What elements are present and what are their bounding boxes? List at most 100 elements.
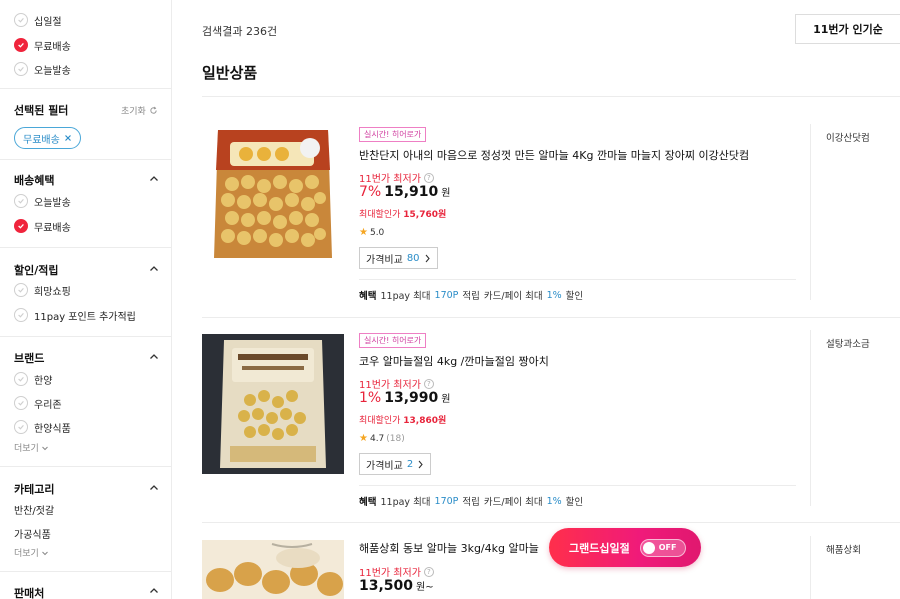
- discount-rate: 7%: [359, 184, 382, 200]
- refresh-icon: [150, 106, 157, 114]
- category-title: 카테고리: [14, 483, 55, 496]
- rating: ★ 5.0: [359, 227, 384, 238]
- seller-name[interactable]: 해품상회: [826, 542, 861, 556]
- lowest-price-text: 11번가 최저가: [359, 568, 421, 579]
- max-discount-value: 15,760원: [403, 210, 447, 220]
- max-discount-label: 최대할인가: [359, 416, 401, 426]
- benefit-card-prefix: 카드/페이 최대: [483, 497, 543, 508]
- filter-option-label: 오늘발송: [34, 65, 71, 77]
- benefit-pay-prefix: 11pay 최대: [380, 291, 431, 302]
- sort-dropdown[interactable]: 11번가 인기순: [795, 14, 900, 44]
- chip-label: 무료배송: [23, 134, 60, 146]
- chevron-up-icon[interactable]: [148, 173, 160, 185]
- divider: [0, 466, 172, 467]
- chevron-down-icon: [41, 551, 48, 555]
- divider: [202, 522, 900, 523]
- divider: [359, 279, 796, 280]
- chevron-up-icon[interactable]: [148, 351, 160, 363]
- benefit-title: 혜택: [359, 291, 377, 302]
- sale-price: 13,500: [359, 578, 414, 594]
- category-item[interactable]: 가공식품: [14, 526, 51, 541]
- filter-option-free-shipping[interactable]: 무료배송: [14, 217, 71, 235]
- filter-option-free-shipping[interactable]: 무료배송: [14, 36, 71, 54]
- product-image[interactable]: [202, 124, 344, 264]
- product-title[interactable]: 해품상회 동보 알마늘 3kg/4kg 알마늘: [359, 540, 539, 556]
- currency-unit: 원: [441, 394, 451, 405]
- hero-price-badge: 실시간! 히어로가: [359, 333, 427, 348]
- more-label: 더보기: [14, 549, 39, 559]
- check-icon: [14, 308, 28, 322]
- brand-more-button[interactable]: 더보기: [14, 441, 49, 454]
- category-item[interactable]: 반찬/젓갈: [14, 502, 54, 517]
- delivery-benefit-title: 배송혜택: [14, 174, 55, 187]
- divider: [359, 485, 796, 486]
- lowest-price-text: 11번가 최저가: [359, 380, 421, 391]
- benefit-card-rate: 1%: [546, 495, 562, 507]
- grand-sale-toggle[interactable]: 그랜드십일절 OFF: [549, 528, 701, 567]
- filter-option-label: 오늘발송: [34, 197, 71, 209]
- brand-option[interactable]: 한양식품: [14, 418, 71, 436]
- divider: [0, 159, 172, 160]
- filter-option-today-shipping[interactable]: 오늘발송: [14, 60, 71, 78]
- filter-option-today-shipping[interactable]: 오늘발송: [14, 192, 71, 210]
- help-icon[interactable]: ?: [423, 172, 434, 183]
- filter-option-label: 11pay 포인트 추가적립: [34, 311, 136, 323]
- result-count: 검색결과 236건: [202, 25, 278, 38]
- discount-rate: 1%: [359, 390, 382, 406]
- check-icon: [14, 194, 28, 208]
- filter-option-label: 무료배송: [34, 41, 71, 53]
- star-icon: ★: [359, 433, 368, 444]
- rating-value: 4.7: [369, 433, 385, 444]
- brand-option[interactable]: 한양: [14, 370, 52, 388]
- check-icon: [14, 38, 28, 52]
- price-compare-button[interactable]: 가격비교 2: [359, 453, 432, 475]
- product-title[interactable]: 코우 알마늘절임 4kg /깐마늘절임 짱아치: [359, 353, 549, 369]
- product-image[interactable]: [202, 540, 344, 599]
- chevron-up-icon[interactable]: [148, 585, 160, 597]
- benefit-pay-suffix: 적립: [462, 497, 480, 508]
- filter-option-11pay-points[interactable]: 11pay 포인트 추가적립: [14, 306, 136, 324]
- divider: [810, 330, 811, 506]
- more-label: 더보기: [14, 444, 39, 454]
- lowest-price-label: 11번가 최저가 ?: [359, 564, 434, 579]
- divider: [0, 247, 172, 248]
- benefit-points: 170P: [434, 289, 459, 301]
- price-row: 7% 15,910 원: [359, 184, 450, 200]
- benefit-card-rate: 1%: [546, 289, 562, 301]
- currency-unit: 원: [441, 188, 451, 199]
- reset-filters-button[interactable]: 초기화: [121, 104, 158, 117]
- toggle-switch[interactable]: OFF: [639, 538, 686, 557]
- search-results: 검색결과 236건 11번가 인기순 일반상품 실시간! 히어로가 반찬단지 아…: [172, 0, 900, 599]
- compare-count: 2: [406, 458, 414, 470]
- filter-option-sibiljeol[interactable]: 십일절: [14, 11, 62, 29]
- price-compare-button[interactable]: 가격비교 80: [359, 247, 438, 269]
- brand-option[interactable]: 우리존: [14, 394, 62, 412]
- product-title[interactable]: 반찬단지 아내의 마음으로 정성껏 만든 알마늘 4Kg 깐마늘 마늘지 장아찌…: [359, 147, 749, 163]
- rating-value: 5.0: [369, 227, 385, 238]
- divider: [202, 317, 900, 318]
- chevron-down-icon: [41, 446, 48, 450]
- star-icon: ★: [359, 227, 368, 238]
- discount-points-title: 할인/적립: [14, 264, 59, 277]
- divider: [0, 336, 172, 337]
- brand-title: 브랜드: [14, 352, 45, 365]
- benefit-card-suffix: 할인: [565, 291, 584, 302]
- section-title: 일반상품: [202, 64, 258, 82]
- help-icon[interactable]: ?: [423, 378, 434, 389]
- filter-option-hope-shopping[interactable]: 희망쇼핑: [14, 281, 71, 299]
- seller-name[interactable]: 이강산닷컴: [826, 130, 870, 144]
- help-icon[interactable]: ?: [423, 566, 434, 577]
- max-discount-price: 최대할인가 15,760원: [359, 207, 446, 220]
- chevron-up-icon[interactable]: [148, 482, 160, 494]
- seller-name[interactable]: 설탕과소금: [826, 336, 870, 350]
- category-more-button[interactable]: 더보기: [14, 546, 49, 559]
- selected-filter-chip[interactable]: 무료배송: [14, 127, 81, 149]
- check-icon: [14, 283, 28, 297]
- divider: [0, 88, 172, 89]
- product-image[interactable]: [202, 334, 344, 474]
- max-discount-label: 최대할인가: [359, 210, 401, 220]
- brand-option-label: 한양식품: [34, 423, 71, 435]
- review-count[interactable]: (18): [386, 434, 404, 444]
- chevron-up-icon[interactable]: [148, 263, 160, 275]
- close-icon[interactable]: [64, 134, 72, 142]
